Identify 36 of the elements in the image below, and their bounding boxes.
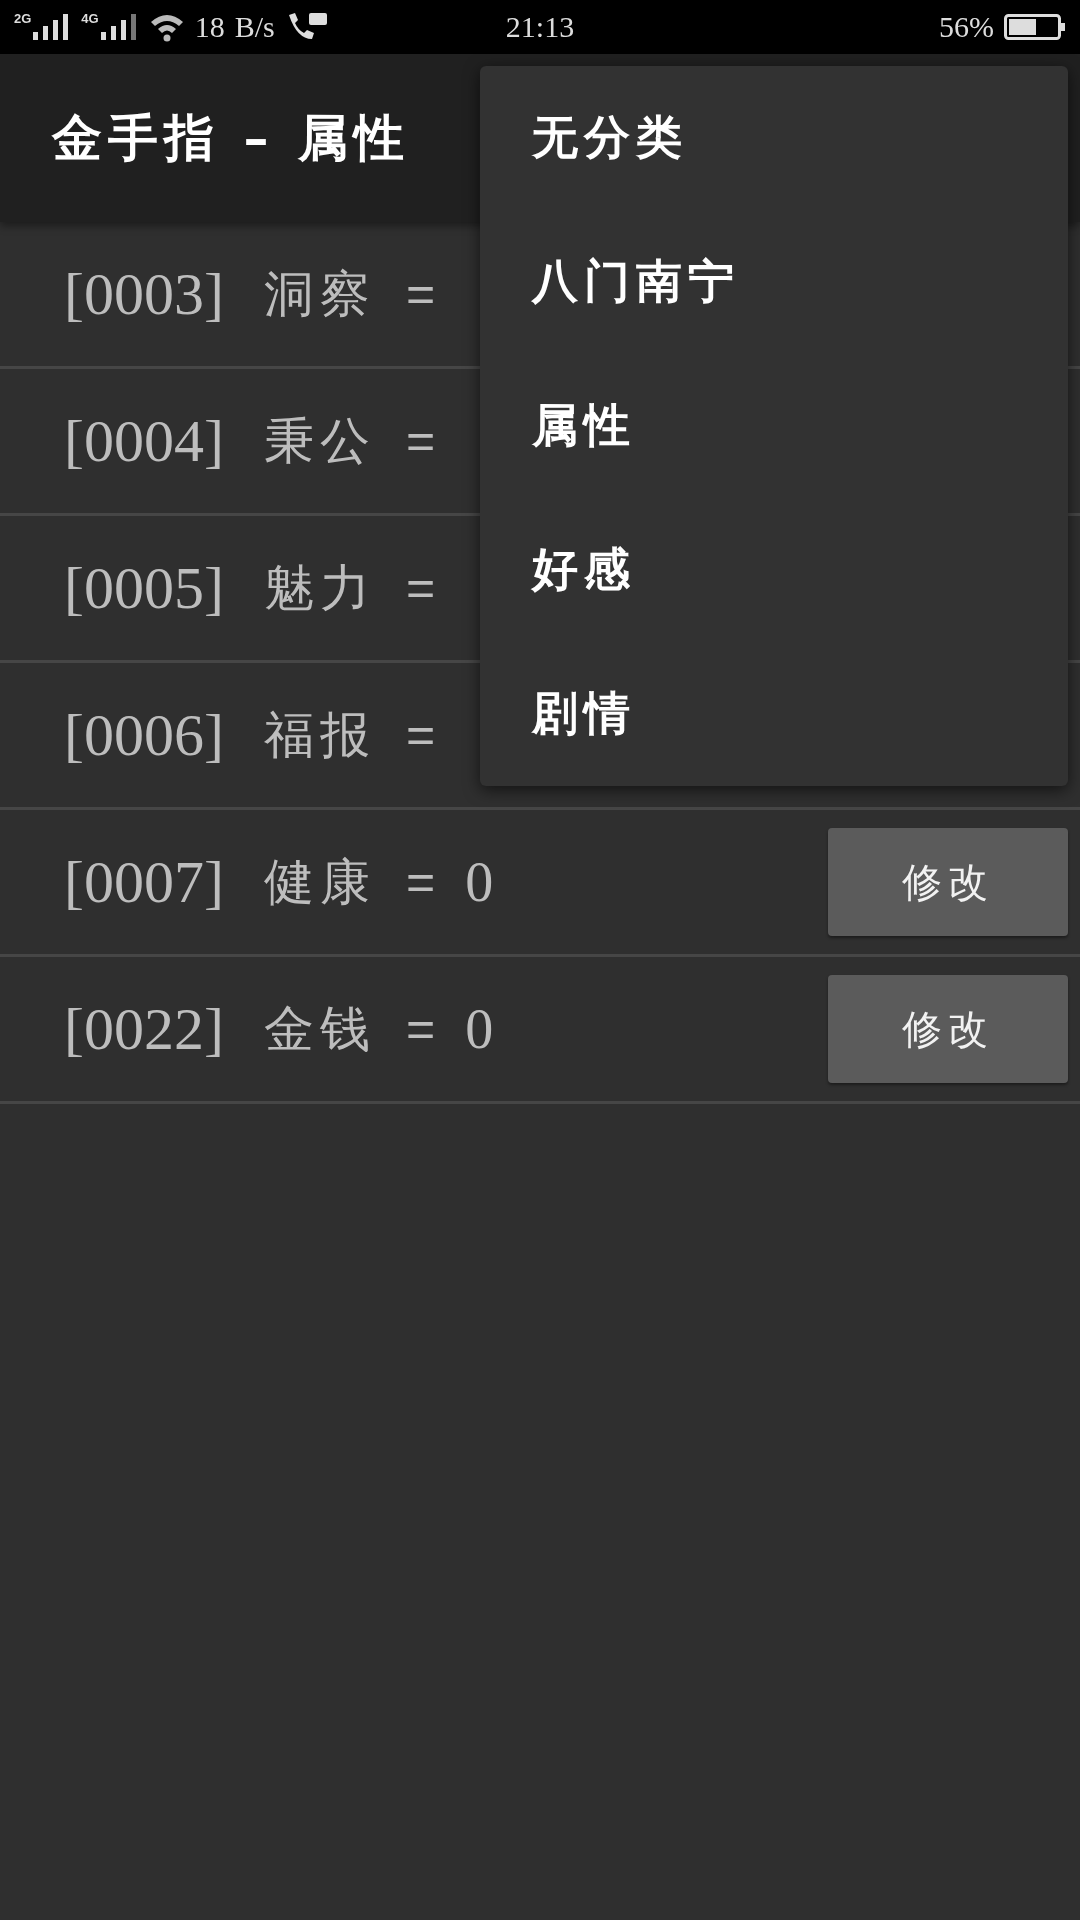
network-type: 2G <box>14 12 32 25</box>
network-speed-unit: B/s <box>234 10 275 44</box>
menu-item[interactable]: 无分类 <box>480 66 1068 210</box>
equals-sign: = <box>405 853 436 911</box>
equals-sign: = <box>405 1000 436 1058</box>
clock-time: 21:13 <box>505 10 575 44</box>
menu-item[interactable]: 剧情 <box>480 642 1068 786</box>
app-title: 金手指 – 属性 <box>52 106 410 169</box>
menu-item[interactable]: 属性 <box>480 354 1068 498</box>
signal-icon <box>98 12 139 42</box>
item-id: [0006] <box>64 700 224 770</box>
edit-button[interactable]: 修改 <box>828 828 1068 936</box>
item-name: 健康 <box>263 851 376 913</box>
item-name: 魅力 <box>263 557 376 619</box>
equals-sign: = <box>405 265 436 323</box>
network-type: 4G <box>81 12 99 25</box>
item-name: 洞察 <box>263 263 376 325</box>
item-id: [0022] <box>64 994 224 1064</box>
item-value: 0 <box>465 997 494 1061</box>
equals-sign: = <box>405 412 436 470</box>
battery-percentage: 56% <box>939 10 994 44</box>
equals-sign: = <box>405 559 436 617</box>
item-name: 福报 <box>263 704 376 766</box>
battery-icon <box>1004 12 1066 42</box>
network-speed: 18 <box>194 10 225 44</box>
item-id: [0004] <box>64 406 224 476</box>
item-name: 秉公 <box>263 410 376 472</box>
item-id: [0005] <box>64 553 224 623</box>
menu-item[interactable]: 好感 <box>480 498 1068 642</box>
item-name: 金钱 <box>263 998 376 1060</box>
equals-sign: = <box>405 706 436 764</box>
menu-item[interactable]: 八门南宁 <box>480 210 1068 354</box>
item-id: [0007] <box>64 847 224 917</box>
item-value: 0 <box>465 850 494 914</box>
item-id: [0003] <box>64 259 224 329</box>
edit-button[interactable]: 修改 <box>828 975 1068 1083</box>
